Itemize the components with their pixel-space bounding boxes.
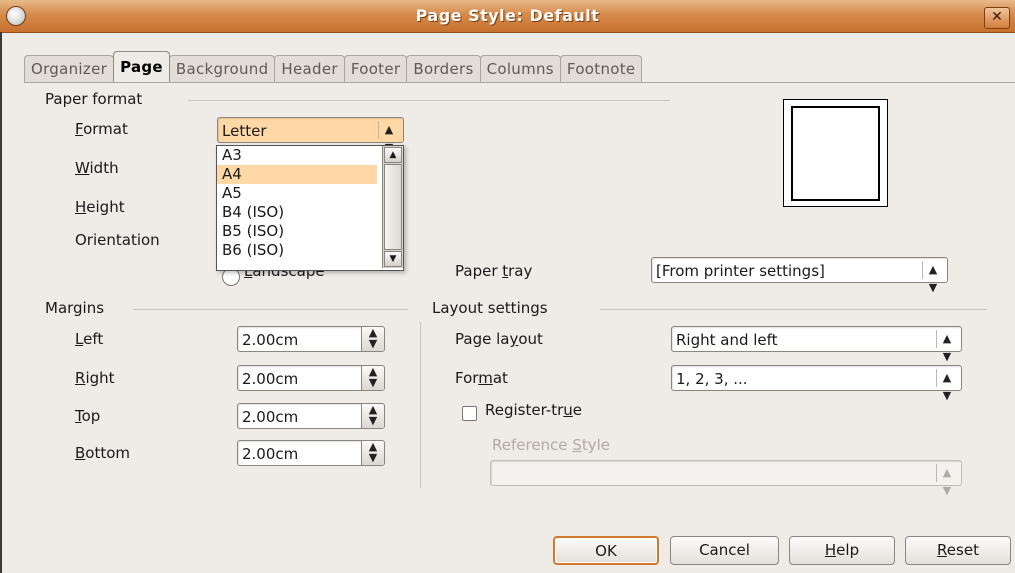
format-select-value: Letter	[222, 122, 267, 140]
scroll-down-icon[interactable]: ▼	[384, 251, 402, 267]
top-margin-value: 2.00cm	[242, 408, 299, 426]
bottom-margin-spin[interactable]: 2.00cm ▲ ▼	[237, 440, 385, 466]
bottom-margin-value: 2.00cm	[242, 445, 299, 463]
tab-panel-border	[24, 82, 1015, 83]
cancel-button[interactable]: Cancel	[670, 536, 779, 565]
tab-background[interactable]: Background	[168, 55, 276, 82]
tab-organizer[interactable]: Organizer	[24, 55, 115, 82]
format-label: Format	[75, 120, 128, 138]
spin-arrows-icon[interactable]: ▲ ▼	[361, 327, 384, 351]
top-margin-spin[interactable]: 2.00cm ▲ ▼	[237, 403, 385, 429]
reference-style-select: ▲ ▼	[490, 460, 962, 497]
dropdown-item-a3[interactable]: A3	[217, 146, 377, 165]
right-margin-value: 2.00cm	[242, 370, 299, 388]
register-true-label[interactable]: Register-true	[485, 401, 582, 419]
layout-format-value: 1, 2, 3, ...	[676, 370, 748, 388]
dropdown-item-a4[interactable]: A4	[217, 165, 377, 184]
spin-arrows-icon[interactable]: ▲ ▼	[361, 366, 384, 390]
height-label: Height	[75, 198, 125, 216]
tab-header[interactable]: Header	[274, 55, 345, 82]
orientation-label: Orientation	[75, 231, 160, 249]
paper-tray-label: Paper tray	[455, 262, 533, 280]
help-button[interactable]: Help	[789, 536, 895, 565]
spin-arrows-icon[interactable]: ▲ ▼	[361, 441, 384, 465]
paper-format-divider	[188, 100, 670, 101]
register-true-checkbox[interactable]	[462, 406, 477, 421]
right-margin-spin[interactable]: 2.00cm ▲ ▼	[237, 365, 385, 391]
layout-settings-group-label: Layout settings	[432, 299, 548, 317]
scroll-up-icon[interactable]: ▲	[384, 147, 402, 163]
tab-bar: Organizer Page Background Header Footer …	[24, 51, 643, 82]
spin-arrows-icon[interactable]: ▲ ▼	[361, 404, 384, 428]
margins-divider	[133, 309, 408, 310]
layout-format-select[interactable]: 1, 2, 3, ... ▲ ▼	[671, 365, 962, 402]
combo-arrows-icon: ▲▼	[936, 369, 957, 402]
tab-footer[interactable]: Footer	[343, 55, 408, 82]
dropdown-scrollbar[interactable]: ▲ ▼	[382, 146, 403, 268]
ok-button[interactable]: OK	[553, 536, 659, 565]
paper-tray-select[interactable]: [From printer settings] ▲ ▼	[651, 257, 948, 294]
format-dropdown-list[interactable]: A3 A4 A5 B4 (ISO) B5 (ISO) B6 (ISO) ▲ ▼	[216, 145, 404, 271]
right-margin-label: Right	[75, 369, 115, 387]
close-icon[interactable]: ✕	[984, 7, 1010, 29]
combo-arrows-icon: ▲▼	[936, 464, 957, 497]
tab-borders[interactable]: Borders	[406, 55, 481, 82]
page-layout-value: Right and left	[676, 331, 778, 349]
width-label: Width	[75, 159, 119, 177]
combo-arrows-icon: ▲▼	[378, 121, 399, 154]
reference-style-label: Reference Style	[492, 436, 610, 454]
window-title: Page Style: Default	[415, 6, 600, 25]
page-preview-margins	[791, 106, 880, 201]
dropdown-item-b4[interactable]: B4 (ISO)	[217, 203, 377, 222]
paper-format-group-label: Paper format	[45, 90, 143, 108]
dropdown-item-b5[interactable]: B5 (ISO)	[217, 222, 377, 241]
paper-tray-value: [From printer settings]	[656, 262, 825, 280]
left-margin-value: 2.00cm	[242, 331, 299, 349]
layout-format-label: Format	[455, 369, 508, 387]
combo-arrows-icon: ▲▼	[922, 261, 943, 294]
page-layout-select[interactable]: Right and left ▲ ▼	[671, 326, 962, 363]
dropdown-item-a5[interactable]: A5	[217, 184, 377, 203]
window-border	[0, 32, 2, 573]
layout-settings-divider	[600, 309, 987, 310]
reset-button[interactable]: Reset	[905, 536, 1011, 565]
dropdown-item-b6[interactable]: B6 (ISO)	[217, 241, 377, 260]
top-margin-label: Top	[75, 407, 101, 425]
margins-group-label: Margins	[45, 299, 105, 317]
bottom-margin-label: Bottom	[75, 444, 131, 462]
combo-arrows-icon: ▲▼	[936, 330, 957, 363]
tab-page[interactable]: Page	[113, 51, 170, 82]
left-margin-spin[interactable]: 2.00cm ▲ ▼	[237, 326, 385, 352]
group-separator	[420, 322, 421, 488]
format-select[interactable]: Letter ▲▼	[217, 117, 404, 154]
page-layout-label: Page layout	[455, 330, 543, 348]
tab-columns[interactable]: Columns	[479, 55, 561, 82]
left-margin-label: Left	[75, 330, 104, 348]
scrollbar-thumb[interactable]	[384, 164, 402, 250]
tab-footnote[interactable]: Footnote	[559, 55, 643, 82]
